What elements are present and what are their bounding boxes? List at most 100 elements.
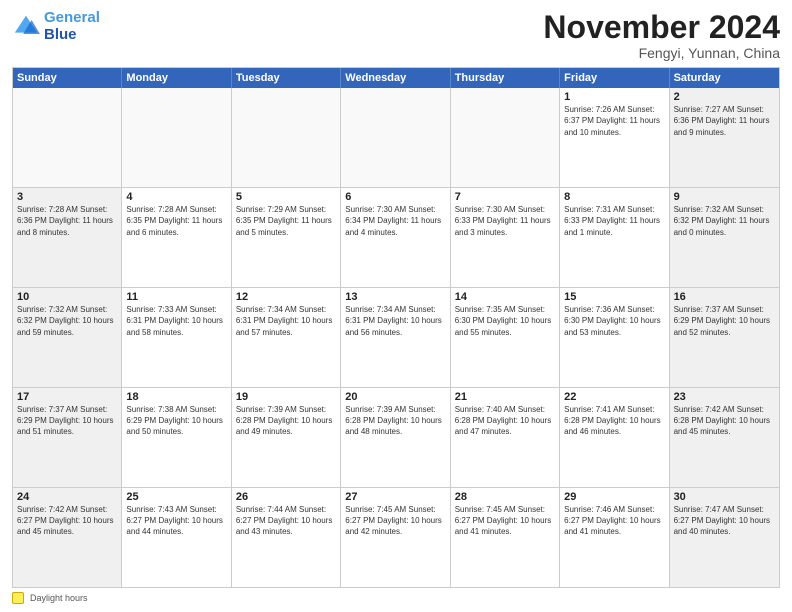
day-info: Sunrise: 7:30 AM Sunset: 6:33 PM Dayligh… xyxy=(455,204,555,238)
calendar-day-cell: 25Sunrise: 7:43 AM Sunset: 6:27 PM Dayli… xyxy=(122,488,231,587)
day-number: 14 xyxy=(455,291,555,303)
calendar-day-cell: 6Sunrise: 7:30 AM Sunset: 6:34 PM Daylig… xyxy=(341,188,450,287)
day-number: 20 xyxy=(345,391,445,403)
calendar-header: SundayMondayTuesdayWednesdayThursdayFrid… xyxy=(13,68,779,88)
calendar-day-cell xyxy=(451,88,560,187)
logo: General Blue xyxy=(12,10,100,43)
calendar-week-4: 17Sunrise: 7:37 AM Sunset: 6:29 PM Dayli… xyxy=(13,387,779,487)
day-number: 7 xyxy=(455,191,555,203)
calendar-day-cell: 27Sunrise: 7:45 AM Sunset: 6:27 PM Dayli… xyxy=(341,488,450,587)
calendar-week-1: 1Sunrise: 7:26 AM Sunset: 6:37 PM Daylig… xyxy=(13,88,779,187)
calendar-day-cell xyxy=(232,88,341,187)
calendar-day-cell: 5Sunrise: 7:29 AM Sunset: 6:35 PM Daylig… xyxy=(232,188,341,287)
calendar-week-5: 24Sunrise: 7:42 AM Sunset: 6:27 PM Dayli… xyxy=(13,487,779,587)
logo-text: General Blue xyxy=(44,10,100,43)
day-number: 9 xyxy=(674,191,775,203)
day-info: Sunrise: 7:40 AM Sunset: 6:28 PM Dayligh… xyxy=(455,404,555,438)
day-number: 5 xyxy=(236,191,336,203)
day-info: Sunrise: 7:32 AM Sunset: 6:32 PM Dayligh… xyxy=(17,304,117,338)
calendar-day-cell: 12Sunrise: 7:34 AM Sunset: 6:31 PM Dayli… xyxy=(232,288,341,387)
calendar-day-cell: 21Sunrise: 7:40 AM Sunset: 6:28 PM Dayli… xyxy=(451,388,560,487)
day-number: 6 xyxy=(345,191,445,203)
calendar-day-cell: 16Sunrise: 7:37 AM Sunset: 6:29 PM Dayli… xyxy=(670,288,779,387)
day-info: Sunrise: 7:39 AM Sunset: 6:28 PM Dayligh… xyxy=(345,404,445,438)
day-info: Sunrise: 7:32 AM Sunset: 6:32 PM Dayligh… xyxy=(674,204,775,238)
day-info: Sunrise: 7:29 AM Sunset: 6:35 PM Dayligh… xyxy=(236,204,336,238)
day-info: Sunrise: 7:36 AM Sunset: 6:30 PM Dayligh… xyxy=(564,304,664,338)
calendar-day-cell xyxy=(341,88,450,187)
day-number: 25 xyxy=(126,491,226,503)
calendar-day-cell: 13Sunrise: 7:34 AM Sunset: 6:31 PM Dayli… xyxy=(341,288,450,387)
day-info: Sunrise: 7:37 AM Sunset: 6:29 PM Dayligh… xyxy=(17,404,117,438)
day-number: 27 xyxy=(345,491,445,503)
day-info: Sunrise: 7:38 AM Sunset: 6:29 PM Dayligh… xyxy=(126,404,226,438)
calendar-day-cell: 3Sunrise: 7:28 AM Sunset: 6:36 PM Daylig… xyxy=(13,188,122,287)
calendar-week-2: 3Sunrise: 7:28 AM Sunset: 6:36 PM Daylig… xyxy=(13,187,779,287)
day-info: Sunrise: 7:46 AM Sunset: 6:27 PM Dayligh… xyxy=(564,504,664,538)
header: General Blue November 2024 Fengyi, Yunna… xyxy=(12,10,780,61)
day-info: Sunrise: 7:33 AM Sunset: 6:31 PM Dayligh… xyxy=(126,304,226,338)
calendar-day-cell: 15Sunrise: 7:36 AM Sunset: 6:30 PM Dayli… xyxy=(560,288,669,387)
calendar-day-cell: 11Sunrise: 7:33 AM Sunset: 6:31 PM Dayli… xyxy=(122,288,231,387)
calendar-day-cell: 18Sunrise: 7:38 AM Sunset: 6:29 PM Dayli… xyxy=(122,388,231,487)
calendar-day-cell: 2Sunrise: 7:27 AM Sunset: 6:36 PM Daylig… xyxy=(670,88,779,187)
day-number: 3 xyxy=(17,191,117,203)
day-info: Sunrise: 7:42 AM Sunset: 6:27 PM Dayligh… xyxy=(17,504,117,538)
title-block: November 2024 Fengyi, Yunnan, China xyxy=(543,10,780,61)
day-info: Sunrise: 7:39 AM Sunset: 6:28 PM Dayligh… xyxy=(236,404,336,438)
weekday-header-saturday: Saturday xyxy=(670,68,779,88)
day-info: Sunrise: 7:43 AM Sunset: 6:27 PM Dayligh… xyxy=(126,504,226,538)
day-info: Sunrise: 7:47 AM Sunset: 6:27 PM Dayligh… xyxy=(674,504,775,538)
calendar-day-cell: 23Sunrise: 7:42 AM Sunset: 6:28 PM Dayli… xyxy=(670,388,779,487)
day-number: 10 xyxy=(17,291,117,303)
day-info: Sunrise: 7:26 AM Sunset: 6:37 PM Dayligh… xyxy=(564,104,664,138)
day-number: 4 xyxy=(126,191,226,203)
calendar-day-cell: 29Sunrise: 7:46 AM Sunset: 6:27 PM Dayli… xyxy=(560,488,669,587)
day-info: Sunrise: 7:28 AM Sunset: 6:36 PM Dayligh… xyxy=(17,204,117,238)
day-info: Sunrise: 7:27 AM Sunset: 6:36 PM Dayligh… xyxy=(674,104,775,138)
day-info: Sunrise: 7:34 AM Sunset: 6:31 PM Dayligh… xyxy=(236,304,336,338)
logo-icon xyxy=(12,13,40,41)
day-info: Sunrise: 7:28 AM Sunset: 6:35 PM Dayligh… xyxy=(126,204,226,238)
day-number: 30 xyxy=(674,491,775,503)
weekday-header-tuesday: Tuesday xyxy=(232,68,341,88)
calendar-day-cell: 24Sunrise: 7:42 AM Sunset: 6:27 PM Dayli… xyxy=(13,488,122,587)
weekday-header-wednesday: Wednesday xyxy=(341,68,450,88)
day-info: Sunrise: 7:44 AM Sunset: 6:27 PM Dayligh… xyxy=(236,504,336,538)
footer: Daylight hours xyxy=(12,592,780,604)
calendar-day-cell: 20Sunrise: 7:39 AM Sunset: 6:28 PM Dayli… xyxy=(341,388,450,487)
day-number: 24 xyxy=(17,491,117,503)
weekday-header-sunday: Sunday xyxy=(13,68,122,88)
day-number: 18 xyxy=(126,391,226,403)
calendar-day-cell: 30Sunrise: 7:47 AM Sunset: 6:27 PM Dayli… xyxy=(670,488,779,587)
weekday-header-friday: Friday xyxy=(560,68,669,88)
calendar-day-cell: 10Sunrise: 7:32 AM Sunset: 6:32 PM Dayli… xyxy=(13,288,122,387)
calendar-day-cell: 17Sunrise: 7:37 AM Sunset: 6:29 PM Dayli… xyxy=(13,388,122,487)
day-info: Sunrise: 7:35 AM Sunset: 6:30 PM Dayligh… xyxy=(455,304,555,338)
day-number: 12 xyxy=(236,291,336,303)
day-number: 13 xyxy=(345,291,445,303)
location-subtitle: Fengyi, Yunnan, China xyxy=(543,45,780,61)
calendar-day-cell: 9Sunrise: 7:32 AM Sunset: 6:32 PM Daylig… xyxy=(670,188,779,287)
day-number: 15 xyxy=(564,291,664,303)
day-number: 2 xyxy=(674,91,775,103)
day-number: 19 xyxy=(236,391,336,403)
day-number: 21 xyxy=(455,391,555,403)
day-info: Sunrise: 7:45 AM Sunset: 6:27 PM Dayligh… xyxy=(455,504,555,538)
day-info: Sunrise: 7:42 AM Sunset: 6:28 PM Dayligh… xyxy=(674,404,775,438)
day-number: 29 xyxy=(564,491,664,503)
calendar-week-3: 10Sunrise: 7:32 AM Sunset: 6:32 PM Dayli… xyxy=(13,287,779,387)
day-info: Sunrise: 7:30 AM Sunset: 6:34 PM Dayligh… xyxy=(345,204,445,238)
calendar-day-cell: 4Sunrise: 7:28 AM Sunset: 6:35 PM Daylig… xyxy=(122,188,231,287)
day-number: 1 xyxy=(564,91,664,103)
calendar-day-cell xyxy=(122,88,231,187)
day-info: Sunrise: 7:34 AM Sunset: 6:31 PM Dayligh… xyxy=(345,304,445,338)
calendar-day-cell: 1Sunrise: 7:26 AM Sunset: 6:37 PM Daylig… xyxy=(560,88,669,187)
day-number: 23 xyxy=(674,391,775,403)
day-info: Sunrise: 7:45 AM Sunset: 6:27 PM Dayligh… xyxy=(345,504,445,538)
day-info: Sunrise: 7:31 AM Sunset: 6:33 PM Dayligh… xyxy=(564,204,664,238)
calendar-day-cell: 7Sunrise: 7:30 AM Sunset: 6:33 PM Daylig… xyxy=(451,188,560,287)
day-number: 17 xyxy=(17,391,117,403)
calendar-day-cell: 14Sunrise: 7:35 AM Sunset: 6:30 PM Dayli… xyxy=(451,288,560,387)
day-number: 11 xyxy=(126,291,226,303)
